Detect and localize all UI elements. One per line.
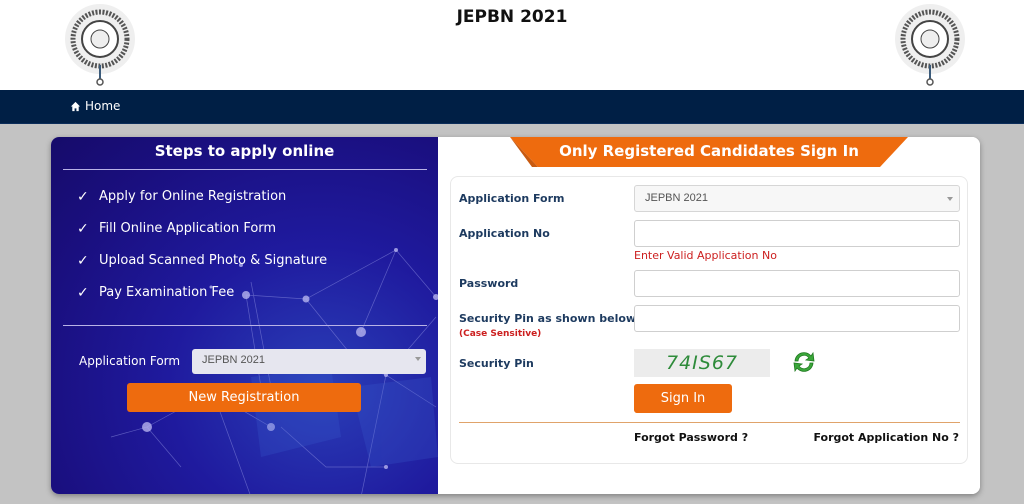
security-pin-input[interactable] [634, 305, 960, 332]
application-form-select[interactable]: JEPBN 2021 [634, 185, 960, 212]
security-pin-label: Security Pin [459, 357, 534, 370]
password-label: Password [459, 277, 519, 290]
steps-divider [63, 169, 427, 170]
steps-panel: Steps to apply online ✓ Apply for Online … [51, 137, 438, 494]
step-label: Fill Online Application Form [99, 221, 277, 236]
site-title: JEPBN 2021 [456, 7, 568, 27]
nav-home-label: Home [85, 99, 121, 113]
sign-in-form: Application Form JEPBN 2021 Application … [450, 176, 968, 464]
sign-in-ribbon: Only Registered Candidates Sign In [510, 137, 908, 167]
navbar: Home [0, 90, 1024, 124]
check-icon: ✓ [77, 285, 89, 301]
nav-home-link[interactable]: Home [70, 99, 120, 113]
registration-form-label: Application Form [79, 354, 181, 368]
captcha-image: 74IS67 [634, 349, 770, 377]
sign-in-title: Only Registered Candidates Sign In [559, 142, 859, 160]
forgot-password-link[interactable]: Forgot Password ? [634, 431, 748, 444]
forgot-application-no-link[interactable]: Forgot Application No ? [813, 431, 959, 444]
chevron-down-icon [415, 357, 421, 361]
steps-title: Steps to apply online [154, 142, 335, 160]
application-no-error: Enter Valid Application No [634, 249, 777, 262]
registration-form-select[interactable]: JEPBN 2021 [192, 349, 426, 374]
step-item: ✓ Upload Scanned Photo & Signature [77, 253, 327, 285]
step-label: Upload Scanned Photo & Signature [99, 253, 328, 268]
security-pin-input-label: Security Pin as shown below [459, 312, 637, 325]
home-icon [70, 101, 81, 111]
case-sensitive-note: (Case Sensitive) [459, 329, 542, 339]
check-icon: ✓ [77, 189, 89, 205]
sign-in-button[interactable]: Sign In [634, 384, 732, 413]
steps-divider-bottom [63, 325, 427, 326]
step-item: ✓ Pay Examination Fee [77, 285, 327, 317]
refresh-captcha-icon[interactable] [791, 349, 817, 375]
step-item: ✓ Fill Online Application Form [77, 221, 327, 253]
chevron-down-icon [947, 197, 953, 201]
new-registration-button[interactable]: New Registration [127, 383, 361, 412]
password-input[interactable] [634, 270, 960, 297]
application-form-select-value: JEPBN 2021 [645, 192, 708, 204]
application-form-label: Application Form [459, 192, 565, 205]
main-card: Steps to apply online ✓ Apply for Online … [51, 137, 980, 494]
check-icon: ✓ [77, 221, 89, 237]
step-item: ✓ Apply for Online Registration [77, 189, 327, 221]
steps-list: ✓ Apply for Online Registration ✓ Fill Onl… [77, 189, 327, 317]
check-icon: ✓ [77, 253, 89, 269]
step-label: Pay Examination Fee [99, 285, 235, 300]
top-header: JEPBN 2021 [0, 0, 1024, 90]
board-logo-right [895, 4, 965, 86]
registration-form-select-value: JEPBN 2021 [202, 354, 265, 366]
form-divider [459, 422, 960, 423]
step-label: Apply for Online Registration [99, 189, 287, 204]
application-no-input[interactable] [634, 220, 960, 247]
sign-in-panel: Only Registered Candidates Sign In Appli… [438, 137, 980, 494]
application-no-label: Application No [459, 227, 550, 240]
